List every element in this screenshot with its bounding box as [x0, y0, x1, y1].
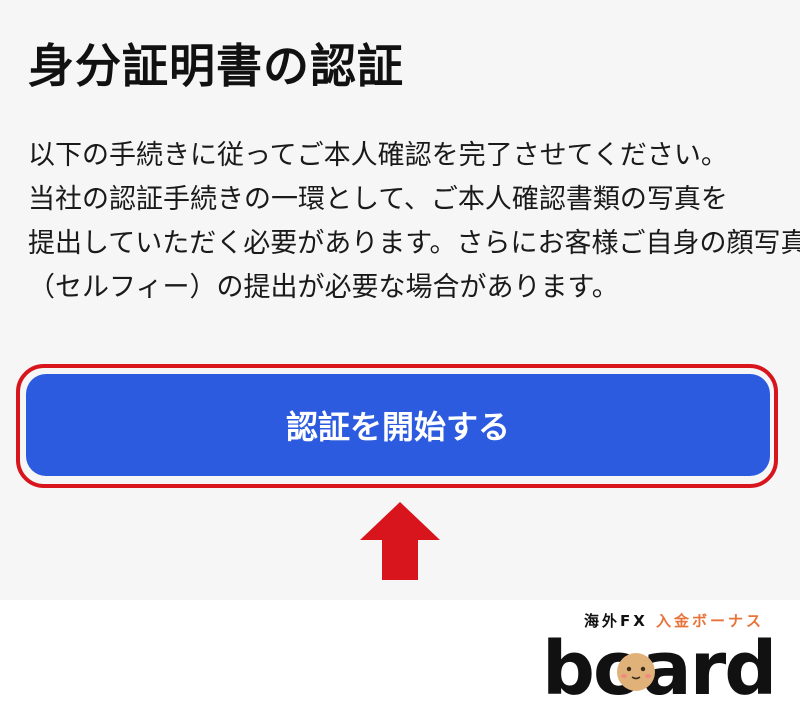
description-line: 以下の手続きに従ってご本人確認を完了させてください。 — [28, 140, 728, 171]
up-arrow-icon — [360, 502, 440, 580]
brand-wordmark: board — [542, 626, 777, 706]
brand-logo: 海外FX 入金ボーナス board — [540, 606, 790, 706]
description-line: 当社の認証手続きの一環として、ご本人確認書類の写真を — [28, 184, 728, 215]
description-line: （セルフィー）の提出が必要な場合があります。 — [28, 272, 619, 303]
page-title: 身分証明書の認証 — [28, 39, 404, 93]
potato-mascot-icon — [617, 653, 655, 691]
description-text: 以下の手続きに従ってご本人確認を完了させてください。 当社の認証手続きの一環とし… — [28, 134, 800, 310]
start-verification-button[interactable]: 認証を開始する — [26, 374, 770, 476]
description-line: 提出していただく必要があります。さらにお客様ご自身の顔写真 — [28, 228, 800, 259]
brand-wordmark-text: board — [542, 626, 775, 706]
verification-screen: 身分証明書の認証 以下の手続きに従ってご本人確認を完了させてください。 当社の認… — [0, 0, 800, 600]
